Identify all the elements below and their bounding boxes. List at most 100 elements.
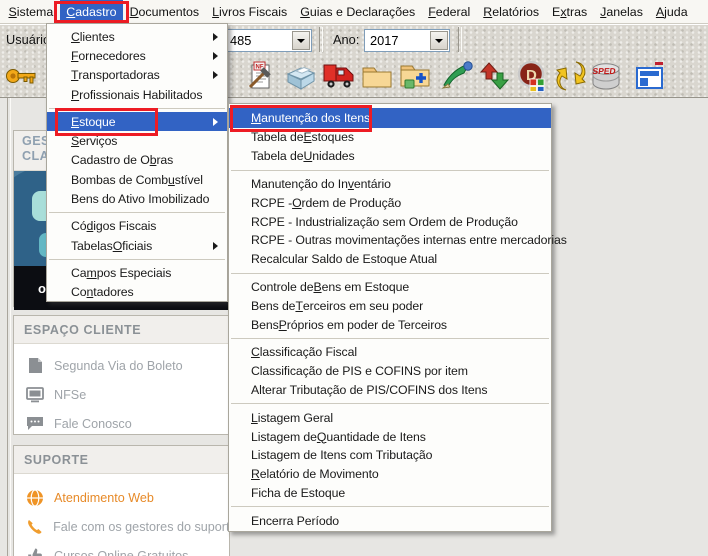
panel-suporte-items: Atendimento Web Fale com os gestores do s… <box>14 474 229 556</box>
menu-item-bens-do-ativo-imobilizado[interactable]: Bens do Ativo Imobilizado <box>47 189 227 208</box>
menu-item-listagem-de-itens-com-tributacao[interactable]: Listagem de Itens com Tributação <box>229 446 551 465</box>
suporte-item-cursos-online-gratuitos[interactable]: Cursos Online Gratuitos <box>14 541 229 556</box>
d-logo-icon[interactable]: D <box>514 58 550 94</box>
espaco-cliente-item-nfse[interactable]: NFSe <box>14 380 229 409</box>
folder-add-icon <box>400 65 430 89</box>
menu-item-tabelas-oficiais[interactable]: Tabelas Oficiais <box>47 236 227 255</box>
menu-item-fornecedores[interactable]: Fornecedores <box>47 46 227 65</box>
menubar-item-ajuda[interactable]: Ajuda <box>649 0 694 23</box>
truck-icon[interactable] <box>321 58 357 94</box>
key-icon[interactable] <box>4 58 40 94</box>
sync-icon[interactable] <box>553 58 589 94</box>
invoice-nf-icon[interactable]: NF <box>241 58 277 94</box>
menubar-item-relatorios[interactable]: Relatórios <box>477 0 546 23</box>
folder-icon[interactable] <box>359 58 395 94</box>
transfer-arrows-icon[interactable] <box>477 58 513 94</box>
menu-item-ficha-de-estoque[interactable]: Ficha de Estoque <box>229 484 551 503</box>
menu-item-cadastro-de-obras[interactable]: Cadastro de Ob ras <box>47 151 227 170</box>
menu-item-bombas-de-combustivel[interactable]: Bombas de Comb u stível <box>47 170 227 189</box>
menubar-item-federal[interactable]: Federal <box>422 0 477 23</box>
submenu-arrow-icon <box>213 32 218 41</box>
menu-item-alterar-tributacao-de-pis-cofins-dos-itens[interactable]: Alterar Tributação de PIS/COFINS dos Ite… <box>229 381 551 400</box>
window-layout-icon[interactable] <box>632 58 668 94</box>
menu-item-clientes[interactable]: Clientes <box>47 27 227 46</box>
menu-item-controle-de-bens-em-estoque[interactable]: Controle de Bens em Estoque <box>229 278 551 297</box>
window-layout-icon <box>636 62 663 89</box>
monitor-icon <box>24 386 46 403</box>
menu-item-campos-especiais[interactable]: Ca m pos Especiais <box>47 263 227 282</box>
submenu-arrow-icon <box>213 51 218 60</box>
panel-suporte-title: SUPORTE <box>14 446 229 474</box>
suporte-item-label: Cursos Online Gratuitos <box>54 548 189 556</box>
ano-combobox[interactable]: 2017 <box>364 29 450 52</box>
menu-item-transportadoras[interactable]: Transportadoras <box>47 66 227 85</box>
menu-item-relatorio-de-movimento[interactable]: Relatório de Movimento <box>229 465 551 484</box>
banner-caption-fragment: o <box>38 281 46 296</box>
ano-value: 2017 <box>370 33 399 48</box>
menu-item-tabela-de-unidades[interactable]: Tabela de Unidades <box>229 147 551 166</box>
menubar-item-sistema[interactable]: Sistema <box>2 0 60 23</box>
menubar-item-livros-fiscais[interactable]: Livros Fiscais <box>206 0 294 23</box>
usuario-combobox[interactable]: 485 <box>224 29 312 52</box>
document-icon <box>24 357 46 374</box>
menubar-item-documentos[interactable]: Documentos <box>123 0 206 23</box>
sped-icon[interactable]: SPED <box>589 58 625 94</box>
panel-espaco-cliente: ESPAÇO CLIENTE Segunda Via do Boleto NFSe… <box>13 315 230 435</box>
menu-item-servicos[interactable]: Serviços <box>47 131 227 150</box>
d-logo-icon: D <box>517 60 545 92</box>
panel-espaco-cliente-title: ESPAÇO CLIENTE <box>14 316 229 344</box>
suporte-item-label: Atendimento Web <box>54 490 154 505</box>
svg-text:SPED: SPED <box>592 66 617 76</box>
menu-item-encerra-periodo[interactable]: Encerra Período <box>229 511 551 530</box>
menu-separator <box>229 399 551 408</box>
suporte-item-fale-com-os-gestores-do-suporte[interactable]: Fale com os gestores do suporte <box>14 512 229 541</box>
ano-dropdown-button[interactable] <box>430 31 448 50</box>
suporte-item-atendimento-web[interactable]: Atendimento Web <box>14 483 229 512</box>
espaco-cliente-item-fale-conosco[interactable]: Fale Conosco <box>14 409 229 438</box>
menu-item-rcpe-industrializacao-sem-ordem-de-producao[interactable]: RCPE - Industrialização sem Ordem de Pro… <box>229 212 551 231</box>
menu-item-listagem-de-quantidade-de-itens[interactable]: Listagem de Quantidade de Itens <box>229 427 551 446</box>
truck-icon <box>323 64 354 88</box>
usuario-dropdown-button[interactable] <box>292 31 310 50</box>
menu-item-manutencao-do-inventario[interactable]: Manutenção do In v entário <box>229 175 551 194</box>
edit-pencil-icon[interactable] <box>439 58 475 94</box>
folder-icon <box>362 67 392 88</box>
espaco-cliente-item-segunda-via-do-boleto[interactable]: Segunda Via do Boleto <box>14 351 229 380</box>
espaco-cliente-item-label: Fale Conosco <box>54 416 132 431</box>
cadastro-dropdown-menu: Clientes Fornecedores Transportadoras Profi… <box>46 23 228 302</box>
suporte-item-label: Fale com os gestores do suporte <box>53 519 229 534</box>
chat-icon <box>24 416 46 431</box>
menu-separator <box>47 104 227 112</box>
folder-add-icon[interactable] <box>397 58 433 94</box>
menubar-item-cadastro[interactable]: Cadastro <box>53 0 130 23</box>
menu-separator <box>229 269 551 278</box>
menu-item-bens-proprios-em-poder-de-terceiros[interactable]: Bens Próprios em poder de Terceiros <box>229 315 551 334</box>
menubar-item-extras[interactable]: Ex tras <box>546 0 594 23</box>
menu-item-listagem-geral[interactable]: Listagem Geral <box>229 408 551 427</box>
globe-icon <box>24 488 46 507</box>
edit-pencil-icon <box>441 61 473 89</box>
printer-icon[interactable] <box>283 58 319 94</box>
menu-item-contadores[interactable]: Co n tadores <box>47 283 227 302</box>
menu-item-tabela-de-estoques[interactable]: Tabela de Estoques <box>229 128 551 147</box>
menu-item-rcpe-outras-movimentacoes-internas-entre-mercadorias[interactable]: RCPE - Outras movimentações internas ent… <box>229 231 567 250</box>
menu-item-bens-de-terceiros-em-seu-poder[interactable]: Bens de Terceiros em seu poder <box>229 296 551 315</box>
submenu-arrow-icon <box>213 71 218 80</box>
menubar-item-janelas[interactable]: Janelas <box>594 0 650 23</box>
submenu-arrow-icon <box>213 241 218 250</box>
menu-item-recalcular-saldo-de-estoque-atual[interactable]: Recalcular Saldo de Estoque Atual <box>229 250 551 269</box>
printer-icon <box>286 66 316 90</box>
menu-separator <box>47 209 227 217</box>
menu-item-classificacao-de-pis-e-cofins-por-item[interactable]: Classificação de PIS e COFINS por item <box>229 362 551 381</box>
menubar-item-guias-e-declaracoes[interactable]: Guias e Declarações <box>294 0 422 23</box>
sync-icon <box>556 61 586 91</box>
menu-item-codigos-fiscais[interactable]: Có d igos Fiscais <box>47 217 227 236</box>
menu-item-classificacao-fiscal[interactable]: Classificação Fiscal <box>229 343 551 362</box>
divider <box>319 27 323 52</box>
menu-item-profissionais-habilitados[interactable]: Profissionais Habilitados <box>47 85 227 104</box>
menu-item-estoque[interactable]: Estoque <box>47 108 227 137</box>
panel-suporte: SUPORTE Atendimento Web Fale com os gesto… <box>13 445 230 556</box>
menu-item-manutencao-dos-itens[interactable]: Manutenção dos Itens <box>229 105 551 132</box>
menu-item-rcpe-ordem-de-producao[interactable]: RCPE - Ordem de Produção <box>229 193 551 212</box>
divider <box>7 98 11 556</box>
